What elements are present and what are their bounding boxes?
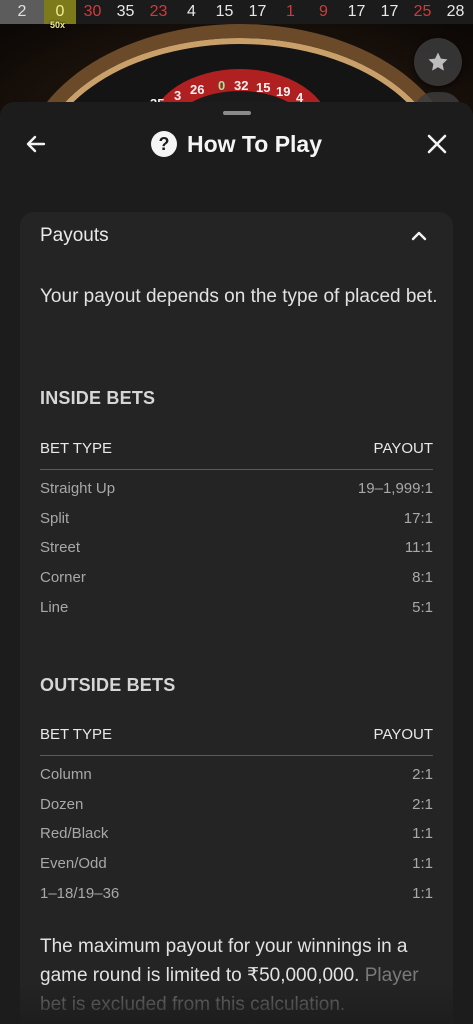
wheel-number: 0 (218, 78, 226, 93)
result-item: 28 (446, 3, 465, 20)
table-row: Even/Odd 1:1 (40, 855, 433, 873)
table-row: Dozen 2:1 (40, 795, 433, 813)
table-row: Straight Up 19–1,999:1 (40, 480, 433, 498)
result-item: 2 (0, 0, 44, 24)
inside-bets-table: BET TYPE PAYOUT Straight Up 19–1,999:1 Sp… (40, 440, 433, 622)
result-item: 1 (286, 3, 295, 20)
table-row: Split 17:1 (40, 509, 433, 527)
favorite-button[interactable] (414, 38, 462, 86)
recent-results-strip: 2 0 50x 30 35 23 4 15 17 1 9 17 17 25 28 (0, 0, 473, 30)
column-header-bet-type: BET TYPE (40, 440, 112, 457)
wheel-number: 19 (276, 84, 291, 99)
wheel-number: 32 (234, 78, 249, 93)
sheet-header: ? How To Play (0, 120, 473, 168)
inside-bets-title: INSIDE BETS (40, 388, 156, 408)
table-row: 1–18/19–36 1:1 (40, 884, 433, 902)
sheet-grabber[interactable] (223, 111, 251, 115)
title-wrap: ? How To Play (150, 130, 323, 158)
result-item: 17 (380, 3, 399, 20)
result-item: 17 (248, 3, 267, 20)
wheel-number: 26 (190, 82, 205, 97)
result-item: 30 (83, 3, 102, 20)
question-mark-icon: ? (150, 131, 177, 157)
table-row: Corner 8:1 (40, 569, 433, 587)
section-title: Payouts (40, 225, 109, 246)
table-row: Red/Black 1:1 (40, 825, 433, 843)
roulette-table-background: 35 3 26 0 32 15 19 4 (0, 24, 473, 114)
how-to-play-sheet: ? How To Play Payouts Your payout depend… (0, 102, 473, 1024)
column-header-payout: PAYOUT (373, 726, 433, 743)
result-item: 15 (215, 3, 234, 20)
table-header: BET TYPE PAYOUT (40, 440, 433, 470)
page-title: How To Play (186, 130, 323, 157)
close-button[interactable] (423, 130, 451, 158)
payout-intro-text: Your payout depends on the type of place… (40, 286, 438, 307)
table-row: Column 2:1 (40, 766, 433, 784)
outside-bets-table: BET TYPE PAYOUT Column 2:1 Dozen 2:1 Red/B… (40, 726, 433, 908)
table-row: Line 5:1 (40, 598, 433, 616)
multiplier-badge: 50x (50, 20, 66, 30)
max-payout-text: The maximum payout for your winnings in … (40, 936, 419, 1015)
arrow-left-icon (26, 135, 46, 153)
payouts-accordion-header[interactable]: Payouts (20, 212, 453, 260)
result-item: 35 (116, 3, 135, 20)
result-item: 0 50x (44, 0, 76, 30)
table-row: Street 11:1 (40, 539, 433, 557)
wheel-number: 3 (174, 88, 182, 103)
result-item: 25 (413, 3, 432, 20)
star-icon (428, 52, 448, 71)
result-item: 23 (149, 3, 168, 20)
column-header-bet-type: BET TYPE (40, 726, 112, 743)
close-icon (427, 134, 447, 154)
back-button[interactable] (22, 130, 50, 158)
result-item: 4 (187, 3, 196, 20)
result-item: 17 (347, 3, 366, 20)
payouts-card: Payouts Your payout depends on the type … (20, 212, 453, 1024)
wheel-number: 15 (256, 80, 271, 95)
column-header-payout: PAYOUT (373, 440, 433, 457)
outside-bets-title: OUTSIDE BETS (40, 675, 176, 695)
result-item: 9 (319, 3, 328, 20)
chevron-up-icon[interactable] (409, 226, 429, 246)
table-header: BET TYPE PAYOUT (40, 726, 433, 756)
